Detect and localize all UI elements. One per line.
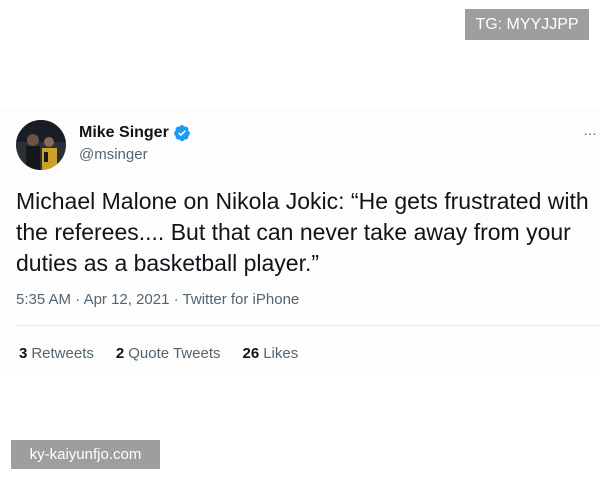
more-options-icon[interactable]: … (583, 123, 598, 137)
watermark-label-top: TG: MYYJJPP (465, 9, 589, 40)
tweet-meta: 5:35 AM · Apr 12, 2021 · Twitter for iPh… (16, 291, 299, 308)
tweet-time[interactable]: 5:35 AM (16, 291, 71, 308)
retweets-label: Retweets (31, 345, 94, 362)
tweet-card: Mike Singer @msinger … Michael Malone on… (0, 108, 600, 371)
tweet-source[interactable]: Twitter for iPhone (183, 291, 300, 308)
quote-tweets-count: 2 (115, 345, 125, 362)
tweet-date[interactable]: Apr 12, 2021 (84, 291, 170, 308)
display-name[interactable]: Mike Singer (79, 124, 191, 142)
avatar-image (16, 120, 66, 170)
avatar[interactable] (16, 120, 66, 170)
meta-separator: · (75, 291, 84, 308)
quote-tweets-stat[interactable]: 2 Quote Tweets (116, 345, 221, 362)
display-name-text: Mike Singer (79, 124, 169, 141)
meta-separator: · (173, 291, 183, 308)
likes-stat[interactable]: 26 Likes (243, 345, 299, 362)
user-handle[interactable]: @msinger (79, 146, 148, 163)
retweets-count: 3 (19, 345, 28, 362)
verified-badge-icon (173, 125, 190, 142)
divider (16, 325, 600, 326)
retweets-stat[interactable]: 3 Retweets (19, 345, 94, 362)
watermark-label-bottom: ky-kaiyunfjo.com (11, 440, 160, 469)
tweet-stats: 3 Retweets 2 Quote Tweets 26 Likes (19, 345, 298, 362)
quote-tweets-label: Quote Tweets (128, 345, 221, 362)
tweet-text: Michael Malone on Nikola Jokic: “He gets… (16, 188, 589, 276)
likes-count: 26 (242, 345, 260, 362)
likes-label: Likes (263, 345, 299, 362)
